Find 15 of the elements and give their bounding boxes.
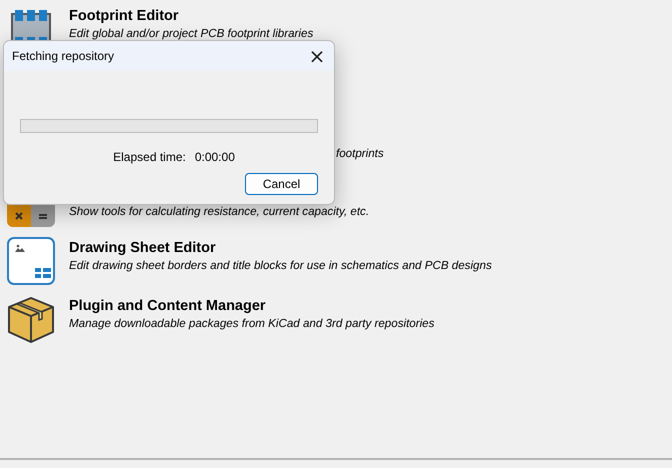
dialog-title: Fetching repository [12,49,114,63]
elapsed-value: 0:00:00 [194,150,235,164]
drawing-sheet-icon [7,237,55,285]
close-button[interactable]: × [300,41,334,71]
elapsed-label: Elapsed time: [113,150,186,164]
tool-description: Edit drawing sheet borders and title blocks for use in schematics and PCB designs [69,259,492,272]
tool-title[interactable]: Drawing Sheet Editor [69,240,492,256]
tool-title[interactable]: Plugin and Content Manager [69,298,434,314]
tool-title[interactable]: Footprint Editor [69,8,314,24]
tool-description: footprints [336,147,384,160]
box-icon [7,295,55,343]
tool-description: Show tools for calculating resistance, current capacity, etc. [69,205,370,218]
tool-description: Edit global and/or project PCB footprint libraries [69,27,314,40]
cancel-button[interactable]: Cancel [245,173,318,195]
tool-description: Manage downloadable packages from KiCad and 3rd party repositories [69,317,434,330]
